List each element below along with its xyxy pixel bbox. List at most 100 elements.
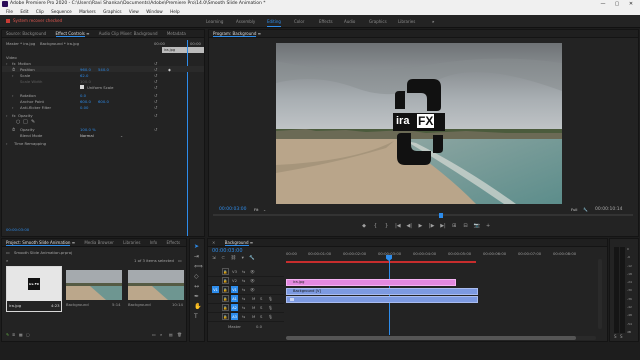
recovery-warning[interactable]: System recover checked — [6, 18, 62, 23]
track-select-tool-icon[interactable]: ⇥ — [194, 253, 199, 260]
pen-mask-icon[interactable]: ✎ — [31, 119, 35, 125]
menu-view[interactable]: View — [129, 8, 139, 15]
workspace-assembly[interactable]: Assembly — [236, 19, 255, 24]
tab-media-browser[interactable]: Media Browser — [80, 239, 118, 247]
microphone-icon[interactable]: 🎙 — [268, 314, 273, 319]
sequence-clip-breadcrumb[interactable]: Background * ira.jpg — [40, 41, 79, 46]
project-item-logo[interactable]: ira FX ira.jpg 4:23 — [6, 266, 62, 312]
wrench-icon[interactable]: 🔧 — [583, 207, 588, 212]
new-bin-icon[interactable]: ▭ — [178, 258, 182, 263]
linked-selection-icon[interactable]: ⛓ — [230, 256, 236, 261]
program-playhead[interactable] — [439, 213, 443, 218]
blend-mode-select[interactable]: Normal — [80, 133, 94, 138]
tab-program[interactable]: Program: Background ≡ — [209, 30, 265, 38]
mark-out-button[interactable]: } — [382, 223, 392, 229]
expand-anti-flicker-icon[interactable]: › — [12, 105, 14, 110]
sync-lock-icon[interactable]: ⇆ — [242, 305, 245, 310]
pen-tool-icon[interactable]: ✒ — [194, 293, 199, 300]
workspace-color[interactable]: Color — [294, 19, 304, 24]
menu-sequence[interactable]: Sequence — [51, 8, 72, 15]
type-tool-icon[interactable]: T — [194, 313, 198, 320]
workspace-audio[interactable]: Audio — [344, 19, 355, 24]
trash-icon[interactable]: 🗑 — [177, 332, 182, 337]
menu-clip[interactable]: Clip — [36, 8, 44, 15]
sync-lock-icon[interactable]: ⇆ — [242, 314, 245, 319]
timeline-vertical-scrollbar[interactable] — [598, 259, 602, 329]
menu-help[interactable]: Help — [170, 8, 180, 15]
close-sequence-icon[interactable]: ✕ — [208, 239, 219, 247]
tab-audio-clip-mixer[interactable]: Audio Clip Mixer: Background — [95, 30, 162, 38]
lock-track-icon[interactable]: 🔒 — [222, 304, 229, 311]
go-to-in-button[interactable]: |◀ — [393, 223, 403, 229]
minimize-button[interactable]: — — [596, 0, 610, 8]
mute-button[interactable]: M — [252, 305, 255, 310]
microphone-icon[interactable]: 🎙 — [268, 305, 273, 310]
anti-flicker-row[interactable]: › Anti-flicker Filter 0.00 ↺ — [2, 104, 204, 110]
anti-flicker-value[interactable]: 0.00 — [80, 105, 88, 110]
microphone-icon[interactable]: 🎙 — [268, 296, 273, 301]
timeline-horizontal-scrollbar[interactable] — [286, 336, 596, 340]
tab-project[interactable]: Project: Smooth Slide Animation ≡ — [2, 239, 79, 247]
freeform-view-icon[interactable]: ▢ — [26, 332, 30, 337]
tab-metadata[interactable]: Metadata — [163, 30, 190, 38]
effect-mini-clip[interactable]: ira.jpg — [162, 47, 204, 53]
close-button[interactable]: ✕ — [624, 0, 638, 8]
timeline-ruler[interactable]: 00:00 00:00:01:00 00:00:02:00 00:00:03:0… — [286, 251, 598, 259]
menu-markers[interactable]: Markers — [79, 8, 96, 15]
workspace-graphics[interactable]: Graphics — [369, 19, 387, 24]
sync-lock-icon[interactable]: ⇆ — [242, 296, 245, 301]
master-volume-value[interactable]: 0.0 — [256, 324, 262, 329]
lock-track-icon[interactable]: 🔒 — [222, 295, 229, 302]
program-scrub-bar[interactable] — [213, 214, 633, 216]
time-remapping-row[interactable]: › Time Remapping — [2, 140, 204, 146]
clip-background-video[interactable]: Background [V] — [286, 288, 478, 295]
master-clip-breadcrumb[interactable]: Master * ira.jpg — [6, 41, 35, 46]
zoom-select[interactable]: Fit — [254, 207, 258, 212]
step-forward-button[interactable]: |▶ — [427, 223, 437, 229]
playback-resolution-select[interactable]: Full — [571, 207, 578, 212]
rectangle-mask-icon[interactable]: □ — [23, 119, 28, 125]
lock-track-icon[interactable]: 🔒 — [222, 286, 229, 293]
new-item-icon[interactable]: ▭ — [152, 332, 156, 337]
chevron-down-icon[interactable]: ⌄ — [263, 207, 266, 212]
workspace-libraries[interactable]: Libraries — [398, 19, 415, 24]
timeline-timecode[interactable]: 00:00:03:00 — [212, 248, 243, 254]
add-marker-icon[interactable]: ▾ — [242, 256, 244, 261]
slip-tool-icon[interactable]: ↔ — [194, 283, 199, 290]
workspace-editing[interactable]: Editing — [267, 19, 281, 27]
ripple-edit-tool-icon[interactable]: ⟺ — [194, 263, 203, 270]
clip-background-audio[interactable] — [286, 296, 478, 303]
tab-source[interactable]: Source: Background — [2, 30, 50, 38]
program-video-frame[interactable]: ira FX — [276, 43, 562, 204]
list-view-icon[interactable]: ≣ — [12, 332, 15, 337]
search-icon[interactable]: ⌕ — [160, 332, 162, 337]
play-button[interactable]: ▶ — [415, 223, 425, 229]
sync-lock-icon[interactable]: ⇆ — [242, 269, 245, 274]
solo-left-button[interactable]: S — [614, 334, 617, 339]
go-to-out-button[interactable]: ▶| — [438, 223, 448, 229]
step-back-button[interactable]: ◀| — [404, 223, 414, 229]
tab-sequence-background[interactable]: Background ≡ — [221, 239, 258, 247]
ellipse-mask-icon[interactable]: ○ — [16, 119, 20, 125]
project-item-background-2[interactable]: Background 10:14 — [128, 270, 184, 312]
snap-icon[interactable]: ⊂ — [221, 256, 225, 261]
mark-in-button[interactable]: { — [370, 223, 380, 229]
maximize-button[interactable]: ▢ — [610, 0, 624, 8]
track-target-a1[interactable]: A1 — [231, 295, 238, 302]
solo-button[interactable]: S — [260, 296, 262, 301]
solo-right-button[interactable]: S — [620, 334, 623, 339]
button-editor-button[interactable]: + — [483, 223, 493, 229]
program-timecode[interactable]: 00:00:03:00 — [219, 207, 246, 212]
project-item-background-1[interactable]: Background 5:14 — [66, 270, 122, 312]
workspace-learning[interactable]: Learning — [206, 19, 223, 24]
export-frame-button[interactable]: 📷 — [472, 223, 482, 229]
chevron-down-icon[interactable]: ⌄ — [120, 133, 123, 138]
reset-parameter-icon[interactable]: ↺ — [154, 85, 157, 90]
clip-ira-jpg[interactable]: ira.jpg — [286, 279, 456, 286]
menu-window[interactable]: Window — [146, 8, 163, 15]
sync-lock-icon[interactable]: ⇆ — [242, 278, 245, 283]
search-icon[interactable]: ⌕ — [6, 258, 8, 263]
eye-icon[interactable]: 👁 — [250, 287, 255, 292]
expand-time-remap-icon[interactable]: › — [6, 141, 8, 146]
ira-fx-logo-overlay[interactable]: ira FX — [393, 79, 445, 165]
